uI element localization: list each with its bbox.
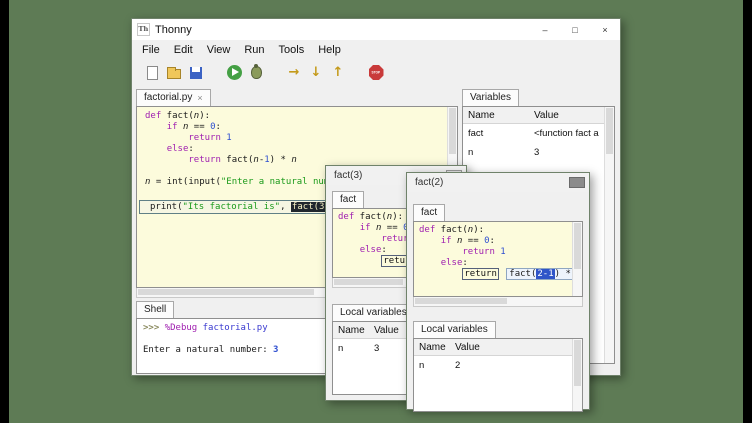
maximize-button[interactable]: □: [560, 19, 590, 40]
fact2-locals-table: NameValuen2: [414, 339, 572, 411]
table-row[interactable]: n2: [414, 356, 572, 375]
run-script-button[interactable]: [224, 63, 244, 83]
stop-icon: [369, 65, 384, 80]
desktop: Thonny – □ × File Edit View Run Tools He…: [9, 0, 743, 423]
menubar: File Edit View Run Tools Help: [132, 40, 620, 59]
toolbar: [132, 59, 620, 86]
close-button[interactable]: ×: [590, 19, 620, 40]
fact2-tab[interactable]: fact: [413, 204, 445, 221]
titlebar[interactable]: Thonny – □ ×: [132, 19, 620, 40]
minimize-button[interactable]: –: [530, 19, 560, 40]
menu-tools[interactable]: Tools: [272, 42, 312, 58]
window-title: Thonny: [155, 24, 530, 36]
variables-tabrow: Variables: [462, 86, 615, 106]
fact2-locals-tab[interactable]: Local variables: [413, 321, 496, 338]
fact2-tab-label: fact: [421, 207, 437, 218]
fact2-code-lines: def fact(n): if n == 0: return 1 else: r…: [414, 222, 582, 280]
code-line: def fact(n):: [419, 225, 570, 236]
tab-label: factorial.py: [144, 92, 192, 103]
editor-vscroll-thumb[interactable]: [449, 108, 456, 154]
editor-hscroll-thumb[interactable]: [138, 289, 314, 295]
frame-window-fact2: fact(2) fact def fact(n): if n == 0: ret…: [406, 172, 590, 410]
fact2-code[interactable]: def fact(n): if n == 0: return 1 else: r…: [413, 221, 583, 297]
stop-restart-button[interactable]: [366, 63, 386, 83]
fact2-locals-tabrow: Local variables: [413, 321, 589, 338]
step-into-icon: [311, 66, 322, 79]
shell-tab-label: Shell: [144, 304, 166, 315]
fact2-hscrollbar[interactable]: [413, 297, 583, 307]
code-line: else:: [145, 144, 445, 155]
variables-vscrollbar[interactable]: [604, 107, 614, 363]
fact3-hscroll-thumb[interactable]: [334, 279, 403, 285]
fact2-window-button[interactable]: [569, 177, 585, 188]
code-line: return fact(2-1) * n: [419, 269, 570, 280]
fact2-vscrollbar[interactable]: [572, 222, 582, 296]
fact2-hscroll-thumb[interactable]: [415, 298, 507, 304]
table-row[interactable]: fact<function fact a: [463, 124, 604, 143]
screen: Thonny – □ × File Edit View Run Tools He…: [0, 0, 752, 423]
menu-help[interactable]: Help: [311, 42, 348, 58]
code-line: if n == 0:: [419, 236, 570, 247]
shell-tab[interactable]: Shell: [136, 301, 174, 318]
menu-edit[interactable]: Edit: [167, 42, 200, 58]
step-into-button[interactable]: [306, 63, 326, 83]
code-line: return 1: [419, 247, 570, 258]
open-folder-icon: [167, 69, 181, 79]
debug-script-button[interactable]: [246, 63, 266, 83]
variables-tab-label: Variables: [470, 92, 511, 103]
fact3-tab-label: fact: [340, 194, 356, 205]
step-over-button[interactable]: [284, 63, 304, 83]
variables-vscroll-thumb[interactable]: [606, 108, 613, 154]
fact2-titlebar[interactable]: fact(2): [407, 173, 589, 192]
menu-view[interactable]: View: [200, 42, 238, 58]
bug-icon: [251, 66, 262, 79]
open-file-button[interactable]: [164, 63, 184, 83]
fact2-locals-vscroll-thumb[interactable]: [574, 340, 581, 386]
fact2-locals-panel: NameValuen2: [413, 338, 583, 412]
step-out-icon: [333, 66, 344, 79]
thonny-app-icon: [137, 23, 150, 36]
variables-tab[interactable]: Variables: [462, 89, 519, 106]
menu-run[interactable]: Run: [237, 42, 271, 58]
code-line: if n == 0:: [145, 122, 445, 133]
code-line: return 1: [145, 133, 445, 144]
fact3-locals-tab[interactable]: Local variables: [332, 304, 415, 321]
table-header: NameValue: [463, 107, 604, 124]
run-icon: [227, 65, 242, 80]
fact3-locals-label: Local variables: [340, 307, 407, 318]
fact2-tabrow: fact: [413, 204, 589, 221]
tab-close-icon[interactable]: ×: [197, 93, 202, 103]
table-header: NameValue: [414, 339, 572, 356]
fact2-title: fact(2): [415, 177, 569, 188]
new-file-button[interactable]: [142, 63, 162, 83]
save-icon: [190, 67, 202, 79]
fact2-locals-label: Local variables: [421, 324, 488, 335]
new-file-icon: [147, 66, 158, 80]
fact3-tab[interactable]: fact: [332, 191, 364, 208]
fact2-locals-vscrollbar[interactable]: [572, 339, 582, 411]
table-row[interactable]: n3: [463, 143, 604, 162]
window-controls: – □ ×: [530, 19, 620, 40]
fact2-vscroll-thumb[interactable]: [574, 223, 581, 269]
tab-factorial-py[interactable]: factorial.py ×: [136, 89, 211, 106]
code-line: def fact(n):: [145, 111, 445, 122]
menu-file[interactable]: File: [135, 42, 167, 58]
step-over-icon: [289, 66, 300, 79]
step-out-button[interactable]: [328, 63, 348, 83]
editor-tabrow: factorial.py ×: [136, 86, 458, 106]
save-file-button[interactable]: [186, 63, 206, 83]
